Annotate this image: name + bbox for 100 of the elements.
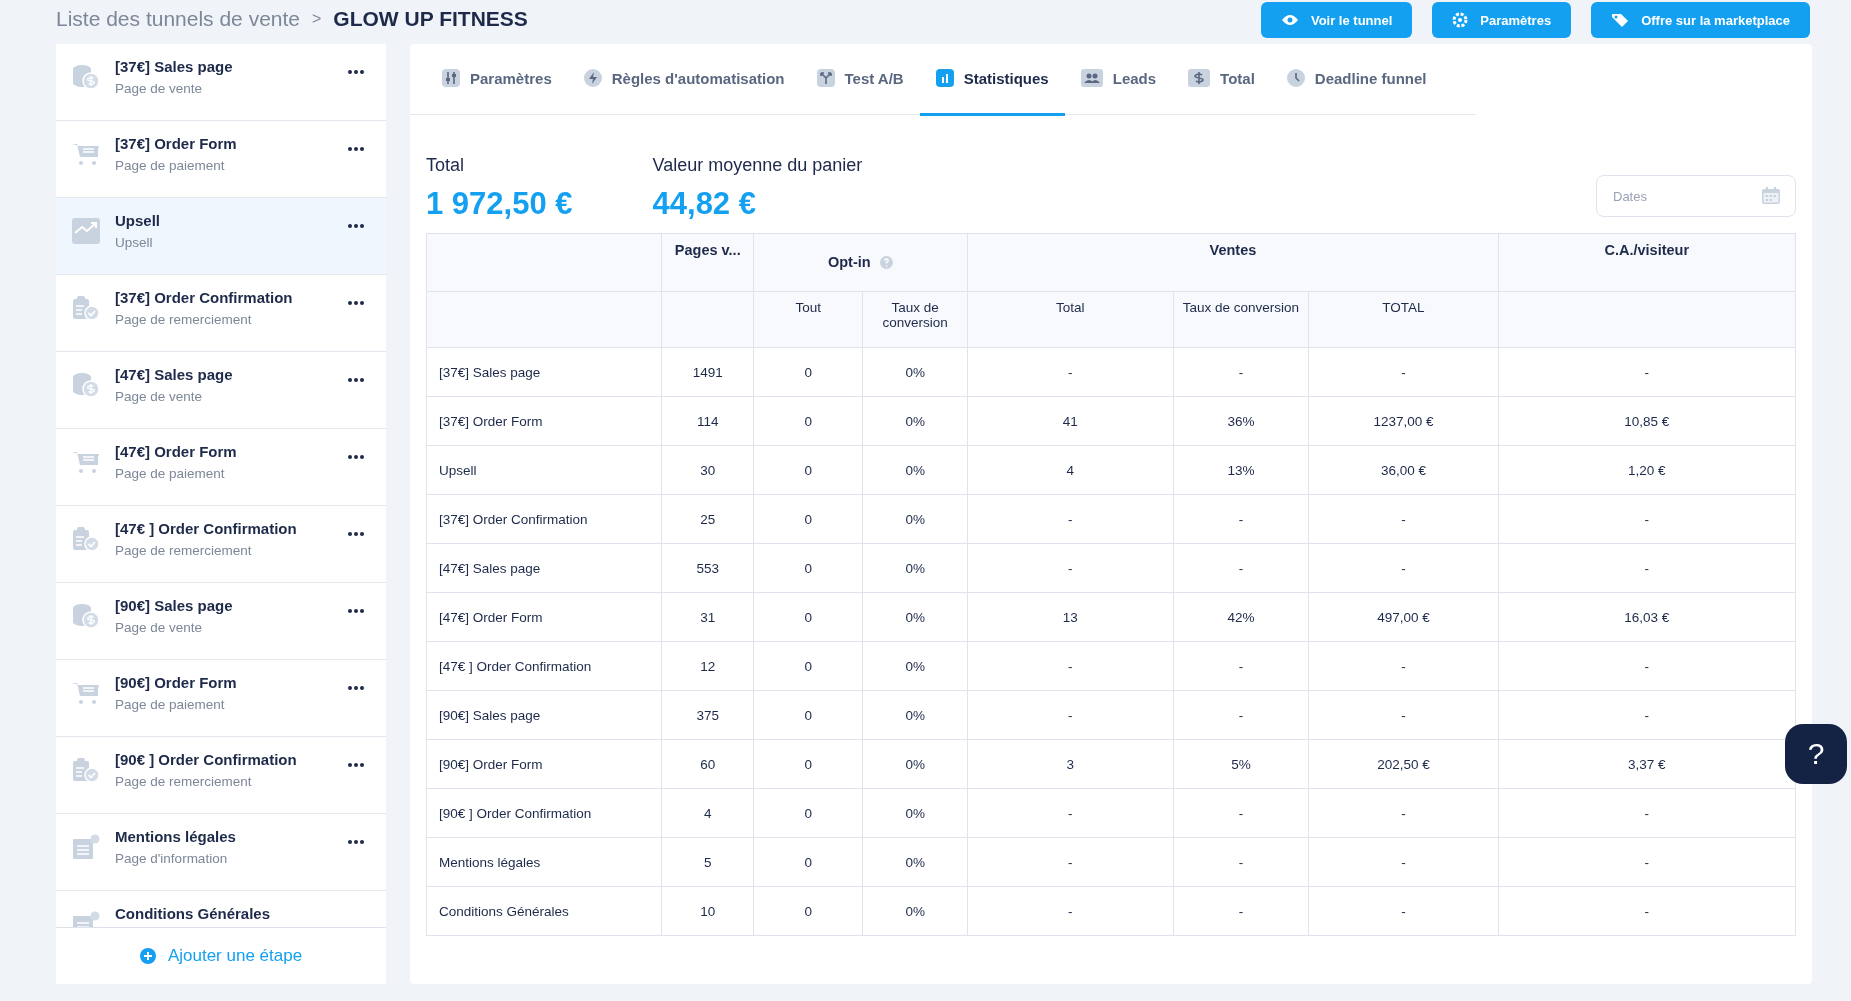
dollar-icon: [1188, 69, 1211, 88]
table-cell: -: [1068, 707, 1073, 723]
step-item[interactable]: [37€] Order Confirmation Page de remerciement: [56, 275, 386, 352]
step-item[interactable]: [37€] Sales page Page de vente: [56, 44, 386, 121]
more-icon[interactable]: [348, 840, 364, 844]
table-cell: 36,00 €: [1380, 462, 1426, 478]
table-cell: 31: [700, 609, 716, 625]
step-title: [37€] Order Form: [115, 135, 238, 152]
step-type: Page de paiement: [115, 158, 226, 173]
tab[interactable]: Paramètres: [426, 44, 568, 116]
tab[interactable]: Leads: [1064, 44, 1173, 116]
tab[interactable]: Total: [1172, 44, 1271, 116]
table-cell: -: [1401, 805, 1406, 821]
table-cell: 0%: [905, 707, 925, 723]
tag-icon: [1611, 12, 1630, 28]
table-cell: 41: [1062, 413, 1078, 429]
table-cell: -: [1068, 511, 1073, 527]
table-cell: [90€ ] Order Confirmation: [439, 805, 592, 821]
table-cell: -: [1068, 560, 1073, 576]
step-item[interactable]: [90€] Sales page Page de vente: [56, 583, 386, 660]
step-title: [37€] Sales page: [115, 58, 234, 75]
table-cell: 16,03 €: [1624, 609, 1670, 625]
more-icon[interactable]: [348, 686, 364, 690]
table-cell: -: [1401, 854, 1406, 870]
step-item[interactable]: [47€ ] Order Confirmation Page de remerciement: [56, 506, 386, 583]
table-cell: 0%: [905, 609, 925, 625]
table-cell: 5: [704, 854, 712, 870]
step-title: [37€] Order Confirmation: [115, 289, 294, 306]
page-title: GLOW UP FITNESS: [333, 7, 528, 31]
more-icon[interactable]: [348, 378, 364, 382]
more-icon[interactable]: [348, 455, 364, 459]
metric-label: Total: [426, 155, 466, 176]
table-cell: 0%: [905, 364, 925, 380]
tab[interactable]: Statistiques: [919, 44, 1065, 116]
table-cell: 0%: [905, 756, 925, 772]
bolt-icon: [583, 69, 602, 88]
coins-icon: [72, 372, 100, 398]
table-cell: 0%: [905, 413, 925, 429]
date-field[interactable]: Dates: [1596, 175, 1796, 217]
step-item[interactable]: [37€] Order Form Page de paiement: [56, 121, 386, 198]
table-cell: -: [1644, 903, 1650, 919]
table-cell: 114: [697, 413, 719, 429]
column-header: Taux de conversion: [1182, 300, 1300, 315]
table-cell: -: [1238, 707, 1244, 723]
table-cell: [37€] Order Confirmation: [439, 511, 588, 527]
table-cell: -: [1238, 854, 1244, 870]
table-cell: 3: [1066, 756, 1075, 772]
more-icon[interactable]: [348, 763, 364, 767]
tab[interactable]: Test A/B: [800, 44, 920, 116]
step-item[interactable]: Mentions légales Page d'information: [56, 814, 386, 891]
step-item[interactable]: Upsell Upsell: [56, 198, 386, 275]
more-icon[interactable]: [348, 224, 364, 228]
trend-chart-icon: [72, 218, 100, 244]
step-type: Page de vente: [115, 81, 204, 96]
step-item[interactable]: [47€] Sales page Page de vente: [56, 352, 386, 429]
table-cell: 202,50 €: [1377, 756, 1430, 772]
calendar-icon: [1762, 187, 1780, 204]
table-cell: -: [1401, 364, 1406, 380]
table-cell: 0: [804, 658, 813, 674]
table-cell: 0: [804, 462, 813, 478]
column-group-header: Opt-in: [827, 254, 871, 270]
table-cell: [47€] Order Form: [439, 609, 543, 625]
coins-icon: [72, 64, 100, 90]
tab[interactable]: Règles d'automatisation: [567, 44, 801, 116]
table-cell: 30: [700, 462, 716, 478]
more-icon[interactable]: [348, 301, 364, 305]
split-arrow-icon: [816, 69, 835, 88]
coins-icon: [72, 603, 100, 629]
table-cell: 0: [804, 560, 813, 576]
table-cell: 1237,00 €: [1373, 413, 1434, 429]
table-cell: 25: [700, 511, 716, 527]
table-cell: [37€] Sales page: [439, 364, 541, 380]
step-item[interactable]: [90€] Order Form Page de paiement: [56, 660, 386, 737]
more-icon[interactable]: [348, 147, 364, 151]
table-cell: -: [1068, 658, 1073, 674]
step-item[interactable]: [90€ ] Order Confirmation Page de remerciement: [56, 737, 386, 814]
column-group-header: C.A./visiteur: [1604, 242, 1690, 258]
step-title: [47€ ] Order Confirmation: [115, 520, 298, 537]
step-type: Page d'information: [115, 851, 229, 866]
tab[interactable]: Deadline funnel: [1270, 44, 1443, 116]
more-icon[interactable]: [348, 532, 364, 536]
help-button[interactable]: ?: [1785, 724, 1847, 784]
table-cell: 0%: [905, 658, 925, 674]
step-item[interactable]: Conditions Générales: [56, 891, 386, 927]
table-cell: 0%: [905, 805, 925, 821]
table-cell: -: [1068, 805, 1073, 821]
table-cell: [47€] Sales page: [439, 560, 541, 576]
more-icon[interactable]: [348, 70, 364, 74]
eye-icon: [1280, 14, 1299, 26]
table-cell: 4: [1066, 462, 1075, 478]
clock-icon: [1286, 69, 1305, 88]
bar-chart-icon: [935, 69, 954, 88]
more-icon[interactable]: [348, 609, 364, 613]
table-cell: -: [1238, 511, 1244, 527]
table-cell: 1491: [692, 364, 723, 380]
step-item[interactable]: [47€] Order Form Page de paiement: [56, 429, 386, 506]
table-cell: -: [1644, 511, 1650, 527]
step-title: [90€ ] Order Confirmation: [115, 751, 298, 768]
table-cell: 10: [700, 903, 716, 919]
table-cell: 0%: [905, 560, 925, 576]
